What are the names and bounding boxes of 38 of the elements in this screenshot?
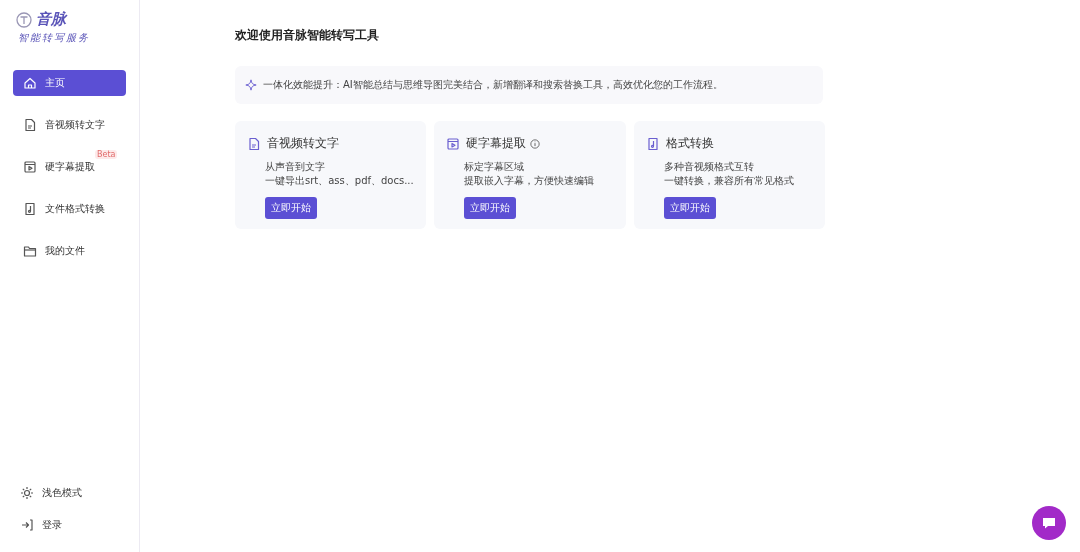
chat-button[interactable] (1032, 506, 1066, 540)
card-title: 音视频转文字 (267, 135, 339, 152)
folder-icon (23, 244, 37, 258)
chat-icon (1042, 517, 1056, 529)
card-description: 一键转换，兼容所有常见格式 (663, 174, 795, 188)
logo-tagline: 智能转写服务 (17, 31, 91, 45)
music-file-icon (23, 202, 37, 216)
logo-text: 音脉 (36, 10, 66, 29)
start-button[interactable]: 立即开始 (265, 197, 317, 219)
nav-item[interactable]: 我的文件 (13, 238, 126, 264)
music-file-icon (645, 136, 660, 151)
login-icon (20, 518, 34, 532)
card-title: 硬字幕提取 (466, 135, 527, 152)
page-title: 欢迎使用音脉智能转写工具 (235, 27, 380, 44)
video-icon (23, 160, 37, 174)
sun-icon (20, 486, 34, 500)
card-description: 多种音视频格式互转 (663, 160, 755, 174)
card-description: 提取嵌入字幕，方便快速编辑 (464, 174, 596, 188)
sidebar-link[interactable]: 浅色模式 (10, 480, 129, 506)
logo-icon (16, 11, 32, 28)
banner-text: 一体化效能提升：AI智能总结与思维导图完美结合，新增翻译和搜索替换工具，高效优化您的工作流程。 (263, 78, 723, 92)
document-icon (23, 118, 37, 132)
card-description: 标定字幕区域 (464, 160, 526, 174)
start-button[interactable]: 立即开始 (464, 197, 517, 219)
video-icon (446, 136, 461, 151)
nav-item[interactable]: 主页 (13, 70, 126, 96)
card-title: 格式转换 (665, 135, 714, 152)
sidebar-link[interactable]: 登录 (10, 512, 129, 538)
nav-item[interactable]: 音视频转文字 (13, 112, 126, 138)
start-button[interactable]: 立即开始 (663, 197, 716, 219)
document-icon (247, 136, 261, 151)
card-description: 从声音到文字 (265, 160, 326, 174)
sparkle-icon (245, 79, 257, 91)
info-icon[interactable] (530, 138, 541, 149)
home-icon (23, 76, 37, 90)
card-description: 一键导出srt、ass、pdf、docs... (265, 174, 415, 188)
nav-item[interactable]: 文件格式转换 (13, 196, 126, 222)
beta-badge: Beta (95, 150, 118, 159)
